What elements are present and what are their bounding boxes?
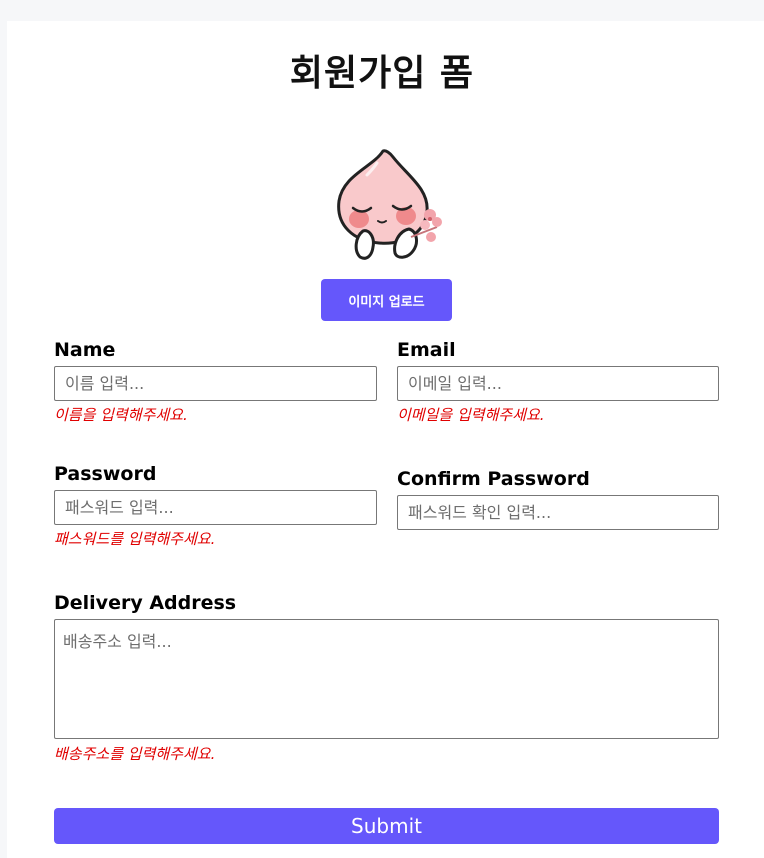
address-label: Delivery Address xyxy=(54,592,237,614)
password-input[interactable] xyxy=(54,490,377,525)
page-title: 회원가입 폼 xyxy=(289,53,475,94)
email-label: Email xyxy=(397,339,456,361)
address-textarea[interactable] xyxy=(54,619,719,739)
email-error: 이메일을 입력해주세요. xyxy=(397,406,545,424)
password-label: Password xyxy=(54,463,157,485)
address-error: 배송주소를 입력해주세요. xyxy=(54,745,216,763)
image-upload-button[interactable]: 이미지 업로드 xyxy=(321,279,452,321)
name-error: 이름을 입력해주세요. xyxy=(54,406,188,424)
confirm-password-input[interactable] xyxy=(397,495,719,530)
profile-avatar-image xyxy=(337,149,442,260)
confirm-password-label: Confirm Password xyxy=(397,468,590,490)
submit-button[interactable]: Submit xyxy=(54,808,719,844)
name-label: Name xyxy=(54,339,116,361)
name-input[interactable] xyxy=(54,366,377,401)
password-error: 패스워드를 입력해주세요. xyxy=(54,530,216,548)
email-input[interactable] xyxy=(397,366,719,401)
